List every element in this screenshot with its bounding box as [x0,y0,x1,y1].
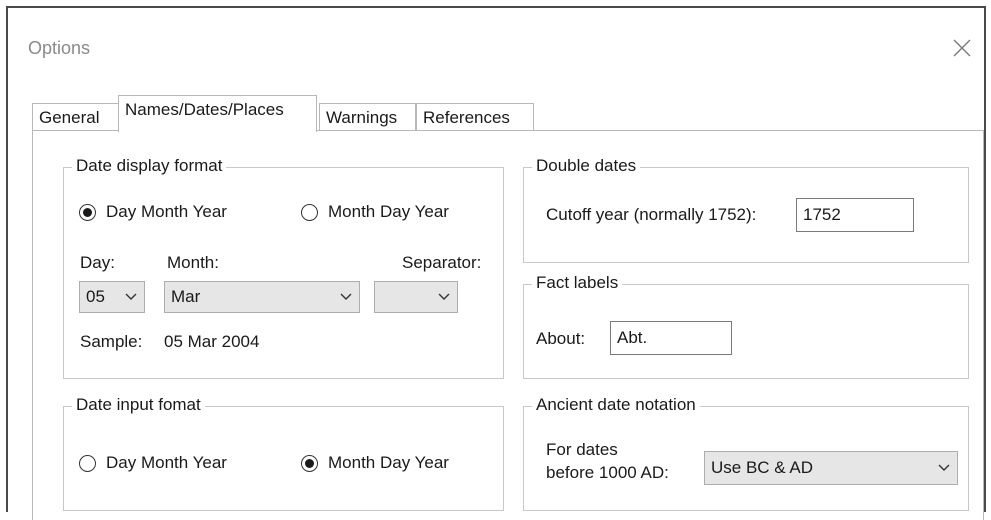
close-icon [953,39,971,57]
separator-select[interactable] [374,281,458,313]
date-input-format-group: Date input fomat Day Month Year Month Da… [63,395,504,511]
radio-button[interactable] [301,454,318,472]
chevron-down-icon [333,293,359,301]
about-value: Abt. [617,328,648,347]
input-radio-day-month-year[interactable]: Day Month Year [79,453,227,473]
chevron-down-icon [931,464,957,472]
ancient-notation-select[interactable]: Use BC & AD [704,451,958,485]
tab-warnings[interactable]: Warnings [319,103,416,131]
radio-label: Month Day Year [328,202,449,221]
day-select[interactable]: 05 [79,281,145,313]
tab-panel: Date display format Day Month Year Month… [32,130,984,520]
tab-names-dates-places[interactable]: Names/Dates/Places [118,95,317,132]
about-label: About: [536,329,586,348]
tab-label: Warnings [326,107,398,127]
group-legend: Ancient date notation [532,395,700,415]
chevron-down-icon [431,293,457,301]
month-select-value: Mar [171,287,201,306]
ancient-notation-value: Use BC & AD [711,458,814,477]
double-dates-group: Double dates Cutoff year (normally 1752)… [523,156,969,263]
display-radio-day-month-year[interactable]: Day Month Year [79,202,227,222]
chevron-down-icon [118,293,144,301]
tab-label: References [423,107,510,127]
radio-label: Month Day Year [328,453,449,472]
radio-selected-dot [305,458,314,468]
for-dates-label-line2: before 1000 AD: [546,463,669,482]
tab-general[interactable]: General [32,103,119,131]
radio-button[interactable] [79,203,96,221]
group-legend: Double dates [532,156,641,176]
tab-references[interactable]: References [416,103,534,131]
month-label: Month: [167,253,219,272]
cutoff-year-value: 1752 [803,205,841,224]
radio-label: Day Month Year [106,202,227,221]
display-radio-month-day-year[interactable]: Month Day Year [301,202,449,222]
dialog-title: Options [28,38,91,58]
tab-label: General [39,107,100,127]
separator-label: Separator: [402,253,482,272]
sample-value: 05 Mar 2004 [164,332,260,351]
radio-button[interactable] [301,203,318,221]
group-legend: Date display format [72,156,227,176]
group-legend: Date input fomat [72,395,205,415]
month-select[interactable]: Mar [164,281,360,313]
group-legend: Fact labels [532,273,623,293]
radio-button[interactable] [79,454,96,472]
sample-label: Sample: [80,332,143,351]
cutoff-year-label: Cutoff year (normally 1752): [546,205,757,224]
fact-labels-group: Fact labels About: Abt. [523,273,969,379]
options-dialog: Options General Names/Dates/Places Warni… [6,6,986,520]
ancient-date-notation-group: Ancient date notation For dates before 1… [523,395,969,511]
date-display-format-group: Date display format Day Month Year Month… [63,156,504,379]
cutoff-year-input[interactable]: 1752 [796,198,914,232]
radio-selected-dot [83,207,92,217]
input-radio-month-day-year[interactable]: Month Day Year [301,453,449,473]
close-button[interactable] [948,34,976,62]
day-label: Day: [80,253,115,272]
tab-label: Names/Dates/Places [125,100,284,119]
about-input[interactable]: Abt. [610,321,732,355]
for-dates-label-line1: For dates [546,440,618,459]
day-select-value: 05 [86,287,105,306]
tab-strip: General Names/Dates/Places Warnings Refe… [32,95,932,132]
radio-label: Day Month Year [106,453,227,472]
